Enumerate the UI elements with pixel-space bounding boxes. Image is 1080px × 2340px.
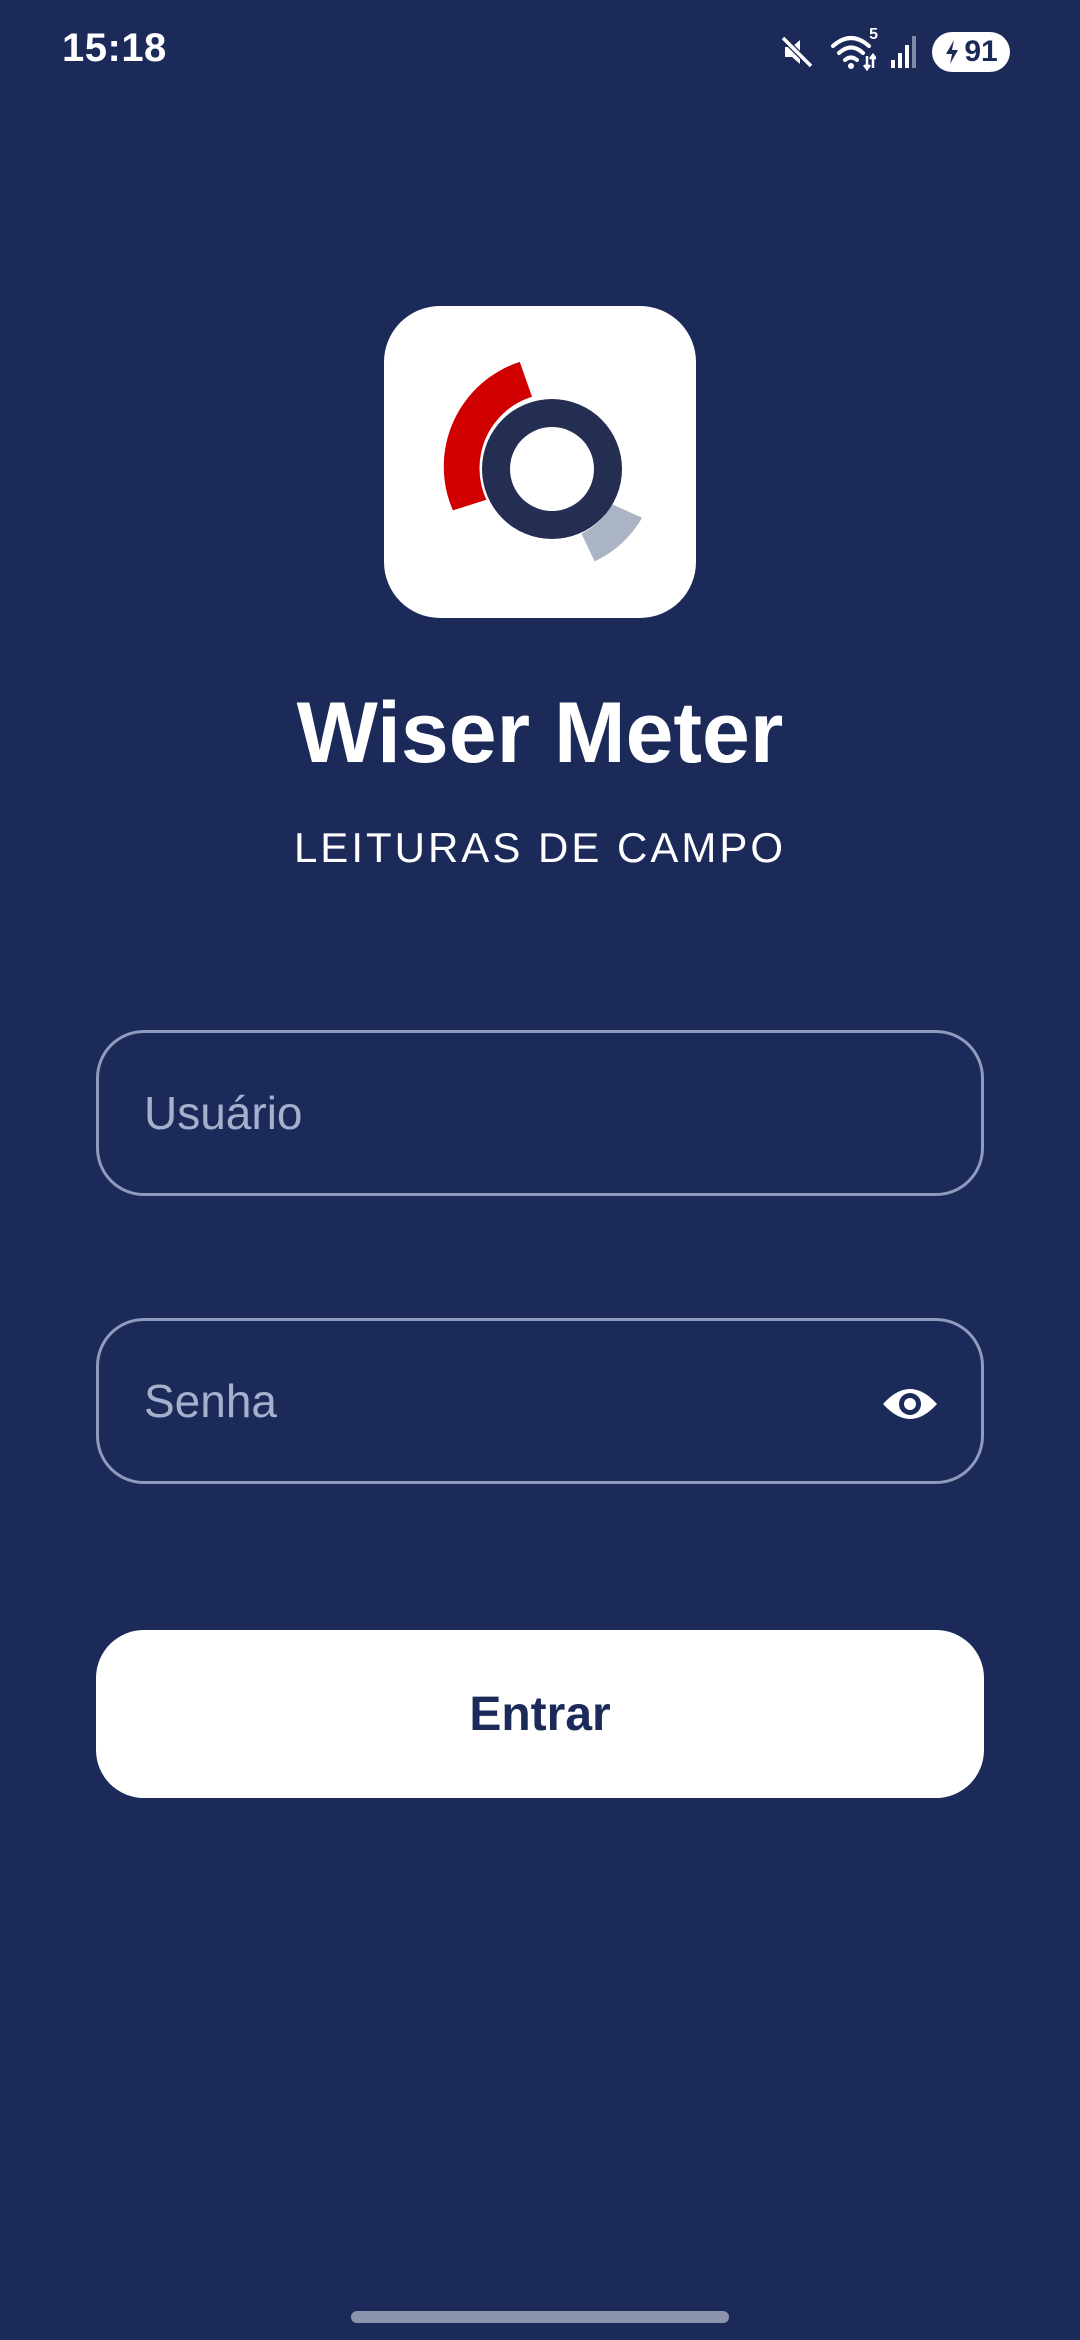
- mute-icon: [778, 33, 816, 71]
- app-subtitle: LEITURAS DE CAMPO: [293, 824, 787, 871]
- username-field[interactable]: [96, 1030, 984, 1196]
- status-icons: 5 91: [778, 26, 1010, 74]
- home-indicator[interactable]: [351, 2311, 729, 2323]
- battery-indicator: 91: [932, 32, 1010, 72]
- login-button[interactable]: Entrar: [96, 1630, 984, 1798]
- username-input[interactable]: [144, 1033, 844, 1193]
- wifi-icon: 5: [830, 26, 878, 72]
- network-type-label: 5: [869, 26, 878, 43]
- status-bar: 15:18 5 91: [0, 0, 1080, 105]
- password-field[interactable]: [96, 1318, 984, 1484]
- signal-icon: [890, 34, 918, 70]
- app-logo: [384, 306, 696, 618]
- battery-charging-icon: [944, 39, 960, 65]
- app-title: Wiser Meter: [296, 685, 784, 781]
- password-input[interactable]: [144, 1321, 844, 1481]
- battery-level: 91: [964, 35, 998, 68]
- status-time: 15:18: [62, 26, 167, 70]
- logo-mark: [443, 361, 643, 562]
- eye-icon[interactable]: [881, 1377, 939, 1431]
